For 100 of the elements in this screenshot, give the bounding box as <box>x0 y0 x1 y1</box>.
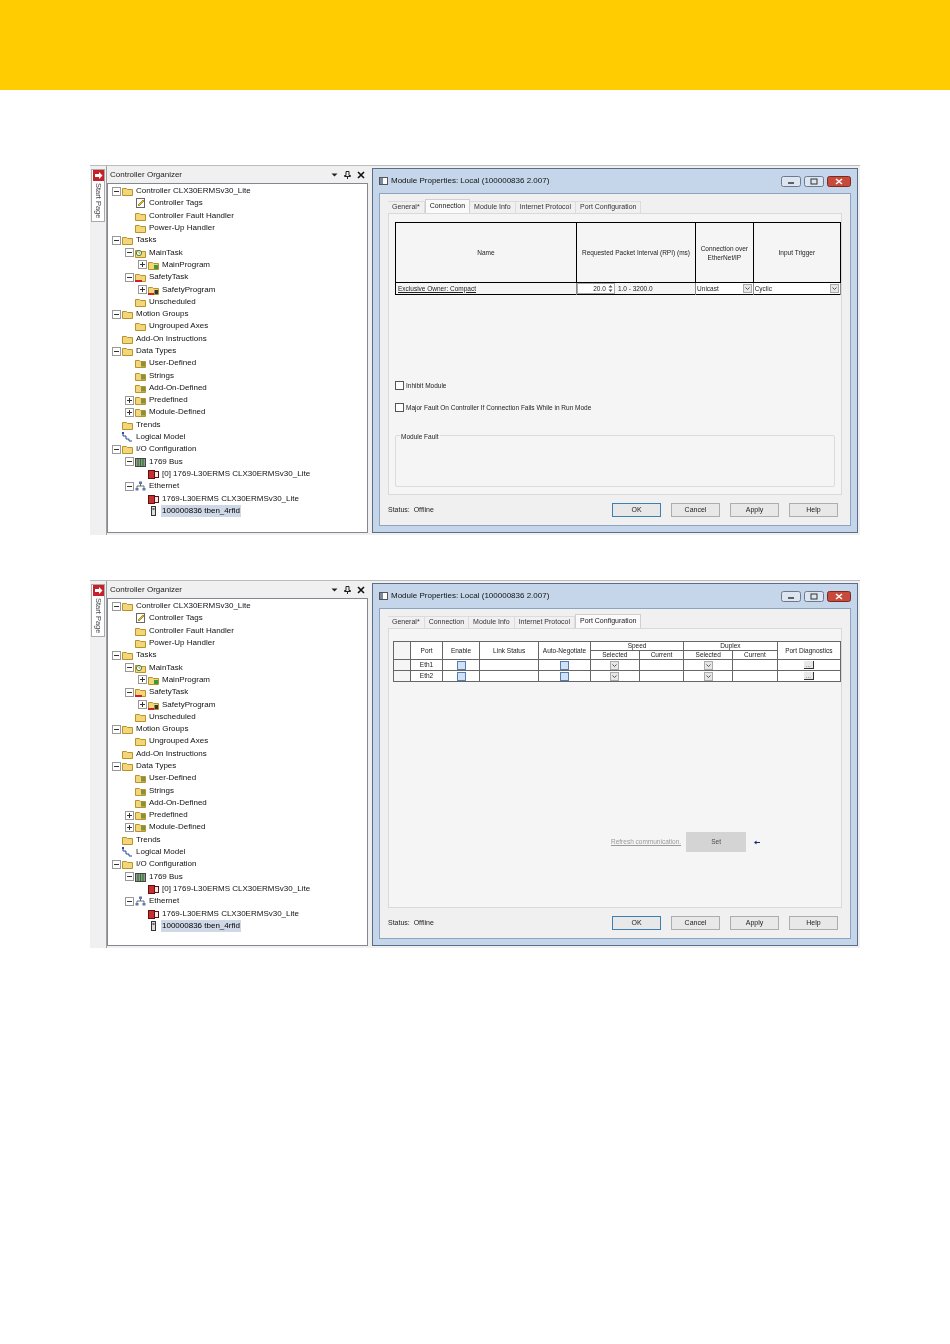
tree-item[interactable]: 1769-L30ERMS CLX30ERMSv30_Lite <box>161 907 300 920</box>
tree-item[interactable]: Predefined <box>148 809 189 822</box>
expand-icon[interactable] <box>138 675 147 685</box>
tree-item[interactable]: MainProgram <box>161 258 211 271</box>
expand-icon[interactable] <box>125 810 134 820</box>
collapse-icon[interactable] <box>112 235 121 245</box>
collapse-icon[interactable] <box>112 761 121 771</box>
tree-item[interactable]: Ethernet <box>148 895 181 908</box>
collapse-icon[interactable] <box>125 896 134 906</box>
tree-item[interactable]: Ungrouped Axes <box>148 735 210 748</box>
tree-item[interactable]: Add-On Instructions <box>135 332 208 345</box>
tree-item[interactable]: Unscheduled <box>148 295 197 308</box>
checkbox[interactable] <box>560 671 569 681</box>
tree-item[interactable]: Strings <box>148 784 175 797</box>
tree-item[interactable]: Controller CLX30ERMSv30_Lite <box>135 185 252 198</box>
expand-icon[interactable] <box>125 395 134 405</box>
expand-icon[interactable] <box>125 408 134 417</box>
collapse-icon[interactable] <box>125 872 134 882</box>
tree-item[interactable]: Strings <box>148 369 175 382</box>
tree-item[interactable]: Tasks <box>135 234 158 247</box>
tree-item[interactable]: SafetyProgram <box>161 283 217 296</box>
collapse-icon[interactable] <box>125 272 134 282</box>
tree-item[interactable]: User-Defined <box>148 772 198 785</box>
checkbox[interactable] <box>560 660 569 670</box>
expand-icon[interactable] <box>138 260 147 270</box>
minimize-icon[interactable] <box>781 175 801 187</box>
tree-item[interactable]: Controller Fault Handler <box>148 209 235 222</box>
collapse-icon[interactable] <box>125 457 134 467</box>
tree-item[interactable]: Controller Tags <box>148 197 204 210</box>
collapse-icon[interactable] <box>125 663 134 673</box>
checkbox[interactable] <box>395 381 404 391</box>
maximize-icon[interactable] <box>804 590 824 602</box>
tree-item[interactable]: 1769-L30ERMS CLX30ERMSv30_Lite <box>161 492 300 505</box>
network-icon <box>135 481 146 492</box>
tree-item[interactable]: I/O Configuration <box>135 443 198 456</box>
tree-item[interactable]: [0] 1769-L30ERMS CLX30ERMSv30_Lite <box>161 882 312 895</box>
tree-item[interactable]: Motion Groups <box>135 308 190 321</box>
collapse-icon[interactable] <box>112 601 121 611</box>
tree-item[interactable]: Module-Defined <box>148 821 207 834</box>
tree-item[interactable]: Logical Model <box>135 431 187 444</box>
tree-item[interactable]: Unscheduled <box>148 710 197 723</box>
checkbox[interactable] <box>395 403 404 413</box>
tree-item[interactable]: Controller Fault Handler <box>148 624 235 637</box>
collapse-icon[interactable] <box>112 650 121 660</box>
expand-icon[interactable] <box>138 285 147 294</box>
dropdown-arrow-icon[interactable] <box>331 586 338 593</box>
collapse-icon[interactable] <box>112 859 121 869</box>
tree-item[interactable]: Predefined <box>148 394 189 407</box>
tree-item[interactable]: 1769 Bus <box>148 455 184 468</box>
tree-item[interactable]: Power-Up Handler <box>148 222 216 235</box>
dropdown-arrow-icon[interactable] <box>331 171 338 178</box>
tree-item[interactable]: User-Defined <box>148 357 198 370</box>
maximize-icon[interactable] <box>804 175 824 187</box>
collapse-icon[interactable] <box>125 248 134 258</box>
tree-item[interactable]: Tasks <box>135 649 158 662</box>
close-icon[interactable] <box>357 585 365 594</box>
pin-icon[interactable] <box>344 170 351 179</box>
tree-item[interactable]: Motion Groups <box>135 723 190 736</box>
tree-item[interactable]: [0] 1769-L30ERMS CLX30ERMSv30_Lite <box>161 467 312 480</box>
tree-item[interactable]: MainTask <box>148 246 184 259</box>
tree-item[interactable]: SafetyTask <box>148 271 190 284</box>
tree-item[interactable]: 1769 Bus <box>148 870 184 883</box>
pin-icon[interactable] <box>344 585 351 594</box>
tree-item[interactable]: Trends <box>135 833 162 846</box>
close-icon[interactable] <box>827 590 851 602</box>
tree-item[interactable]: Controller Tags <box>148 612 204 625</box>
tree-item[interactable]: SafetyProgram <box>161 698 217 711</box>
close-icon[interactable] <box>827 175 851 187</box>
tree-item[interactable]: Data Types <box>135 760 178 772</box>
expand-icon[interactable] <box>125 823 134 832</box>
close-icon[interactable] <box>357 170 365 179</box>
tree-item[interactable]: 100000836 tben_4rfid <box>161 919 241 932</box>
collapse-icon[interactable] <box>125 687 134 697</box>
checkbox[interactable] <box>456 660 466 670</box>
tree-item[interactable]: Add-On-Defined <box>148 796 208 809</box>
collapse-icon[interactable] <box>112 186 121 196</box>
tree-item[interactable]: Add-On Instructions <box>135 747 208 760</box>
tree-item[interactable]: I/O Configuration <box>135 858 198 871</box>
collapse-icon[interactable] <box>112 444 121 454</box>
collapse-icon[interactable] <box>112 309 121 319</box>
collapse-icon[interactable] <box>112 724 121 734</box>
collapse-icon[interactable] <box>112 346 121 356</box>
tree-item[interactable]: MainProgram <box>161 673 211 686</box>
checkbox[interactable] <box>456 671 466 681</box>
folder-icon <box>122 419 133 430</box>
tree-item[interactable]: 100000836 tben_4rfid <box>161 504 241 517</box>
minimize-icon[interactable] <box>781 590 801 602</box>
tree-item[interactable]: SafetyTask <box>148 686 190 699</box>
collapse-icon[interactable] <box>125 481 134 491</box>
tree-item[interactable]: Ethernet <box>148 480 181 493</box>
tree-item[interactable]: MainTask <box>148 661 184 674</box>
tree-item[interactable]: Add-On-Defined <box>148 381 208 394</box>
tree-item[interactable]: Controller CLX30ERMSv30_Lite <box>135 600 252 613</box>
tree-item[interactable]: Data Types <box>135 345 178 357</box>
tree-item[interactable]: Logical Model <box>135 846 187 859</box>
tree-item[interactable]: Trends <box>135 418 162 431</box>
tree-item[interactable]: Power-Up Handler <box>148 637 216 650</box>
tree-item[interactable]: Ungrouped Axes <box>148 320 210 333</box>
expand-icon[interactable] <box>138 700 147 709</box>
tree-item[interactable]: Module-Defined <box>148 406 207 419</box>
